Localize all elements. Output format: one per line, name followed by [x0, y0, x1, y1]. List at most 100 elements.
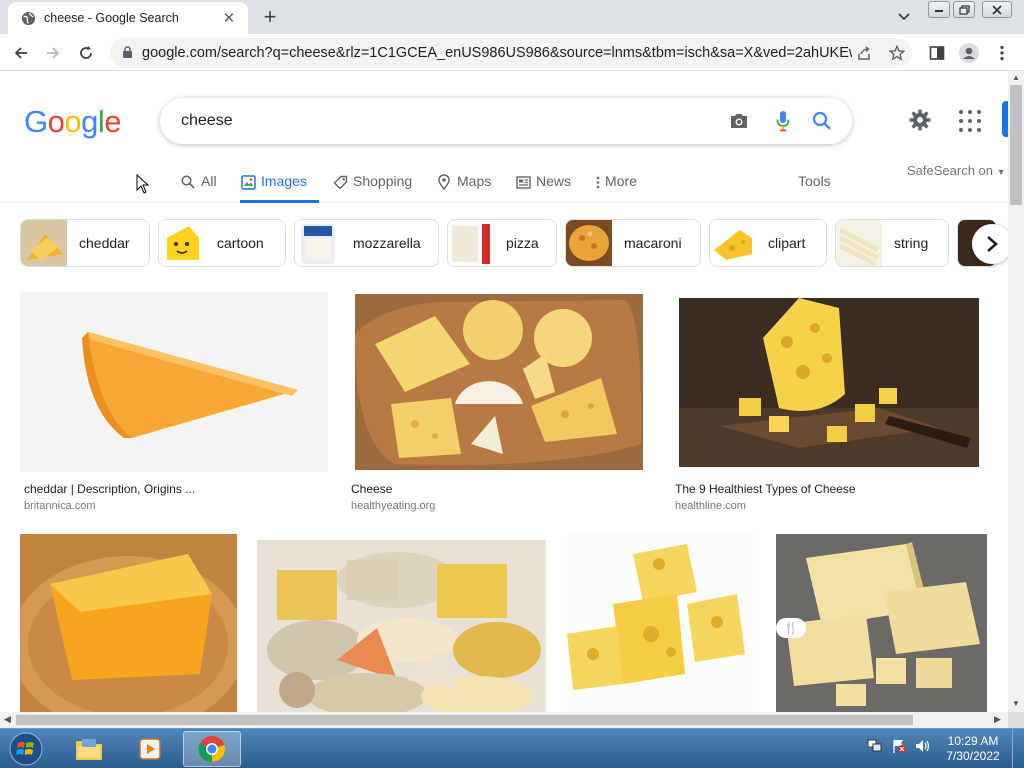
- scroll-thumb[interactable]: [1010, 85, 1022, 205]
- chip-mozzarella[interactable]: mozzarella: [294, 219, 439, 267]
- caret-down-icon: ▼: [996, 167, 1006, 177]
- chip-thumbnail: [448, 220, 494, 266]
- chip-pizza[interactable]: pizza: [447, 219, 557, 267]
- image-result[interactable]: [776, 534, 987, 712]
- minimize-icon[interactable]: [928, 1, 950, 18]
- logo-letter: o: [64, 104, 82, 139]
- back-arrow-icon[interactable]: [8, 40, 34, 66]
- result-image-cheddar: [20, 292, 328, 472]
- start-button[interactable]: [6, 731, 46, 767]
- horizontal-scrollbar[interactable]: ◀ ▶: [0, 712, 1008, 728]
- clock-time: 10:29 AM: [947, 734, 999, 748]
- bookmark-star-icon[interactable]: [885, 41, 909, 65]
- result-image-swiss-cubes: [567, 534, 757, 712]
- logo-letter: o: [47, 104, 65, 139]
- show-desktop-button[interactable]: [1012, 729, 1024, 768]
- chip-thumbnail: [21, 220, 67, 266]
- media-player-icon: [139, 738, 161, 760]
- logo-letter: G: [24, 104, 48, 139]
- camera-icon[interactable]: [726, 108, 752, 134]
- google-apps-icon[interactable]: [957, 108, 983, 134]
- chip-cartoon[interactable]: cartoon: [158, 219, 286, 267]
- tab-news[interactable]: News: [515, 165, 571, 203]
- taskbar-media-player[interactable]: [121, 731, 179, 767]
- scroll-down-icon[interactable]: ▼: [1012, 699, 1020, 708]
- tab-shopping[interactable]: Shopping: [332, 165, 412, 203]
- browser-tab[interactable]: cheese - Google Search ✕: [8, 2, 248, 34]
- windows-taskbar: 10:29 AM 7/30/2022: [0, 728, 1024, 768]
- tab-maps[interactable]: Maps: [436, 165, 491, 203]
- result-image-cheese-board: [355, 294, 643, 470]
- forward-arrow-icon[interactable]: [40, 40, 66, 66]
- result-image-cheese-chunks: [776, 534, 987, 712]
- image-icon: [240, 174, 256, 190]
- speaker-icon[interactable]: [914, 737, 932, 755]
- more-vert-icon: [594, 174, 602, 190]
- browser-tabstrip: cheese - Google Search ✕ +: [0, 0, 1024, 34]
- map-pin-icon: [436, 174, 452, 190]
- settings-gear-icon[interactable]: [906, 106, 934, 134]
- network-icon[interactable]: [866, 737, 884, 755]
- result-caption: Cheese: [351, 482, 393, 496]
- chip-string[interactable]: string: [835, 219, 949, 267]
- scroll-up-icon[interactable]: ▲: [1012, 73, 1020, 82]
- tag-icon: [332, 174, 348, 190]
- image-result[interactable]: cheddar | Description, Origins ... brita…: [20, 292, 328, 517]
- chip-thumbnail: [295, 220, 341, 266]
- tab-more[interactable]: More: [594, 165, 637, 203]
- lock-icon: [120, 46, 134, 60]
- side-panel-icon[interactable]: [924, 40, 950, 66]
- profile-avatar-icon[interactable]: [956, 40, 982, 66]
- scroll-right-icon[interactable]: ▶: [994, 714, 1001, 725]
- tab-search-chevron-icon[interactable]: [893, 6, 915, 28]
- image-result[interactable]: The 9 Healthiest Types of Cheese healthl…: [675, 298, 979, 523]
- taskbar-explorer[interactable]: [60, 731, 118, 767]
- google-logo[interactable]: Google: [24, 104, 122, 140]
- close-window-icon[interactable]: [982, 1, 1012, 18]
- result-caption: The 9 Healthiest Types of Cheese: [675, 482, 856, 496]
- chip-thumbnail: [710, 220, 756, 266]
- tab-title: cheese - Google Search: [44, 11, 179, 25]
- chip-thumbnail: [566, 220, 612, 266]
- chip-cheddar[interactable]: cheddar: [20, 219, 150, 267]
- action-center-flag-icon[interactable]: [890, 737, 908, 755]
- tab-images[interactable]: Images: [240, 165, 319, 203]
- result-caption: cheddar | Description, Origins ...: [24, 482, 196, 496]
- chrome-icon: [198, 736, 225, 763]
- scroll-left-icon[interactable]: ◀: [4, 714, 11, 725]
- search-box[interactable]: cheese: [160, 98, 852, 144]
- newspaper-icon: [515, 174, 531, 190]
- result-image-cheese-pile: [257, 540, 546, 712]
- chip-macaroni[interactable]: macaroni: [565, 219, 701, 267]
- image-result[interactable]: [20, 534, 237, 712]
- share-icon[interactable]: [852, 41, 876, 65]
- tab-close-icon[interactable]: ✕: [220, 9, 238, 27]
- tools-button[interactable]: Tools: [798, 173, 831, 189]
- browser-menu-icon[interactable]: [989, 40, 1015, 66]
- chip-clipart[interactable]: clipart: [709, 219, 827, 267]
- safesearch-toggle[interactable]: SafeSearch on ▼: [907, 163, 1006, 178]
- result-source: britannica.com: [24, 500, 96, 512]
- result-source: healthline.com: [675, 500, 746, 512]
- microphone-icon[interactable]: [770, 108, 796, 134]
- image-result[interactable]: [257, 540, 546, 712]
- search-icon: [180, 174, 196, 190]
- search-icon[interactable]: [809, 108, 835, 134]
- image-result[interactable]: Cheese healthyeating.org: [351, 294, 643, 519]
- chips-next-arrow-icon[interactable]: [972, 224, 1008, 264]
- new-tab-button[interactable]: +: [258, 6, 282, 28]
- tab-all[interactable]: All: [180, 165, 217, 203]
- url-text: google.com/search?q=cheese&rlz=1C1GCEA_e…: [142, 44, 852, 61]
- browser-toolbar: google.com/search?q=cheese&rlz=1C1GCEA_e…: [0, 34, 1024, 71]
- scroll-thumb[interactable]: [16, 715, 913, 725]
- globe-icon: [20, 10, 36, 26]
- vertical-scrollbar[interactable]: ▲ ▼: [1008, 71, 1024, 712]
- clock-date: 7/30/2022: [946, 749, 1000, 763]
- taskbar-chrome[interactable]: [183, 731, 241, 767]
- address-bar[interactable]: google.com/search?q=cheese&rlz=1C1GCEA_e…: [110, 38, 912, 67]
- web-page: Google cheese All Images Shopping Maps N…: [0, 71, 1008, 712]
- restore-icon[interactable]: [953, 1, 975, 18]
- taskbar-clock[interactable]: 10:29 AM 7/30/2022: [940, 734, 1006, 764]
- image-result[interactable]: [567, 534, 757, 712]
- reload-icon[interactable]: [73, 40, 99, 66]
